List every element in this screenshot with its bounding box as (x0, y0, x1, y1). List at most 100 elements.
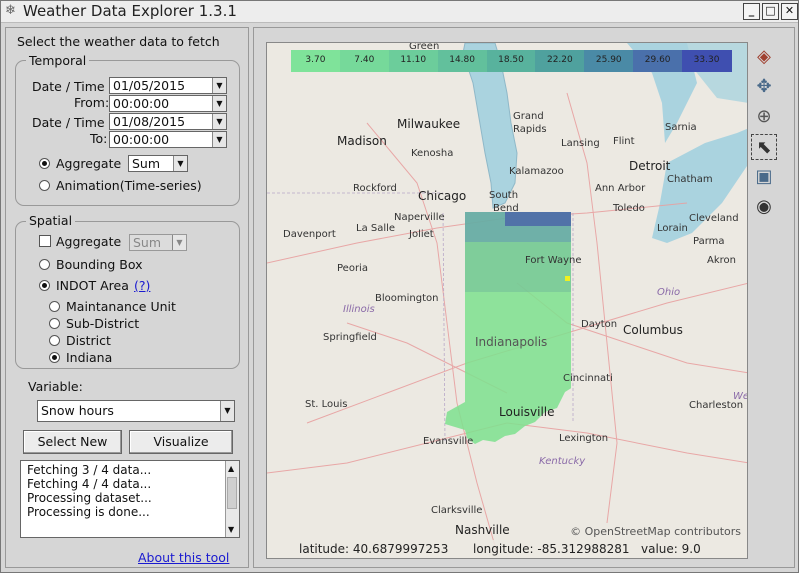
visualize-button[interactable]: Visualize (129, 430, 233, 454)
city-label: Cincinnati (563, 373, 613, 384)
title-bar: ❄ Weather Data Explorer 1.3.1 _ □ ✕ (1, 1, 798, 23)
temporal-title: Temporal (26, 53, 90, 68)
select-new-button[interactable]: Select New (23, 430, 122, 454)
maintenance-unit-radio[interactable] (49, 301, 60, 312)
control-panel: Select the weather data to fetch Tempora… (5, 27, 249, 568)
city-label: Bend (493, 203, 519, 214)
log-line: Processing dataset... (27, 491, 152, 505)
indiana-label: Indiana (66, 350, 113, 365)
spatial-aggregate-checkbox[interactable] (39, 235, 51, 247)
map-panel: 3.70 7.40 11.10 14.80 18.50 22.20 25.90 29.60 33… (253, 27, 795, 568)
scroll-down-icon[interactable]: ▼ (228, 525, 234, 534)
legend-tick: 3.70 (305, 55, 326, 65)
log-line: Fetching 4 / 4 data... (27, 477, 152, 491)
scroll-up-icon[interactable]: ▲ (228, 464, 234, 473)
layers-icon[interactable]: ◈ (751, 44, 777, 70)
city-label: Naperville (394, 212, 445, 223)
indot-help-link[interactable]: (?) (134, 278, 150, 293)
city-label: Akron (707, 255, 736, 266)
spatial-aggregate-value: Sum (133, 235, 162, 250)
rectangle-select-icon[interactable]: ▣ (751, 164, 777, 190)
chevron-down-icon[interactable]: ▼ (173, 156, 187, 171)
region-label: Wes (733, 391, 747, 402)
close-button[interactable]: ✕ (781, 3, 798, 20)
city-label: Green (409, 42, 440, 52)
city-label: Chicago (418, 189, 467, 203)
variable-select[interactable]: Snow hours ▼ (37, 400, 235, 422)
legend-tick: 18.50 (498, 55, 524, 65)
chevron-down-icon[interactable]: ▼ (212, 78, 226, 93)
city-label: Grand (513, 111, 544, 122)
latitude-readout: latitude: 40.6879997253 (299, 542, 449, 556)
color-legend: 3.70 7.40 11.10 14.80 18.50 22.20 25.90 29.60 33… (291, 50, 732, 72)
window-title: Weather Data Explorer 1.3.1 (23, 2, 237, 20)
city-label: Davenport (283, 229, 336, 240)
minimize-button[interactable]: _ (743, 3, 760, 20)
log-scrollbar[interactable]: ▲ ▼ (225, 461, 239, 537)
city-label: Cleveland (689, 213, 739, 224)
city-label: La Salle (356, 223, 396, 234)
longitude-readout: longitude: -85.312988281 (473, 542, 630, 556)
spatial-aggregate-select: Sum ▼ (129, 234, 187, 251)
chevron-down-icon[interactable]: ▼ (220, 401, 234, 421)
status-bar: latitude: 40.6879997253 longitude: -85.3… (267, 540, 747, 558)
chevron-down-icon[interactable]: ▼ (212, 114, 226, 129)
city-label: Rapids (513, 124, 547, 135)
value-readout: value: 9.0 (641, 542, 701, 556)
zoom-icon[interactable]: ⊕ (751, 104, 777, 130)
animation-label: Animation(Time-series) (56, 178, 202, 193)
city-label: Clarksville (431, 505, 483, 516)
select-arrow-icon[interactable]: ⬉ (751, 134, 777, 160)
bbox-radio[interactable] (39, 259, 50, 270)
temporal-aggregate-select[interactable]: Sum ▼ (128, 155, 188, 172)
city-label: Detroit (629, 159, 671, 173)
maximize-button[interactable]: □ (762, 3, 779, 20)
temporal-aggregate-value: Sum (132, 156, 161, 171)
from-label: From: (74, 95, 110, 110)
city-label: Milwaukee (397, 117, 461, 131)
chevron-down-icon[interactable]: ▼ (212, 96, 226, 111)
chevron-down-icon: ▼ (172, 235, 186, 250)
to-time-field[interactable]: 00:00:00 ▼ (109, 131, 227, 148)
start-date-label: Date / Time (32, 79, 105, 94)
temporal-aggregate-radio[interactable] (39, 158, 50, 169)
pan-icon[interactable]: ✥ (751, 74, 777, 100)
city-label: Dayton (581, 319, 618, 330)
region-label: Ohio (657, 287, 681, 298)
city-label: Louisville (499, 405, 555, 419)
end-date-label: Date / Time (32, 115, 105, 130)
maintenance-unit-label: Maintanance Unit (66, 299, 176, 314)
end-date-field[interactable]: 01/08/2015 ▼ (109, 113, 227, 130)
map-view[interactable]: 3.70 7.40 11.10 14.80 18.50 22.20 25.90 29.60 33… (266, 42, 748, 559)
city-label: Fort Wayne (525, 255, 582, 266)
sub-district-radio[interactable] (49, 318, 60, 329)
legend-tick: 33.30 (693, 55, 720, 65)
indot-radio[interactable] (39, 280, 50, 291)
city-label: Rockford (353, 183, 397, 194)
camera-icon[interactable]: ◉ (751, 194, 777, 220)
city-label: Springfield (323, 332, 377, 343)
map-attribution[interactable]: © OpenStreetMap contributors (570, 525, 741, 538)
variable-label: Variable: (28, 379, 83, 394)
log-line: Fetching 3 / 4 data... (27, 463, 152, 477)
panel-heading: Select the weather data to fetch (17, 34, 220, 49)
chevron-down-icon[interactable]: ▼ (212, 132, 226, 147)
city-label: Parma (693, 236, 725, 247)
start-date-field[interactable]: 01/05/2015 ▼ (109, 77, 227, 94)
city-label: Lansing (561, 138, 600, 149)
animation-radio[interactable] (39, 180, 50, 191)
legend-tick: 7.40 (354, 55, 375, 65)
scroll-thumb[interactable] (227, 477, 237, 509)
city-label: Chatham (667, 174, 713, 185)
city-label: Evansville (423, 436, 474, 447)
district-radio[interactable] (49, 335, 60, 346)
overlay-peak (505, 212, 571, 226)
sub-district-label: Sub-District (66, 316, 140, 331)
log-output[interactable]: Fetching 3 / 4 data... Fetching 4 / 4 da… (20, 460, 240, 538)
city-label: Toledo (613, 203, 645, 214)
city-label: Kenosha (411, 148, 454, 159)
from-time-field[interactable]: 00:00:00 ▼ (109, 95, 227, 112)
about-link[interactable]: About this tool (138, 550, 229, 565)
overlay-mid-band (465, 242, 571, 292)
indiana-radio[interactable] (49, 352, 60, 363)
